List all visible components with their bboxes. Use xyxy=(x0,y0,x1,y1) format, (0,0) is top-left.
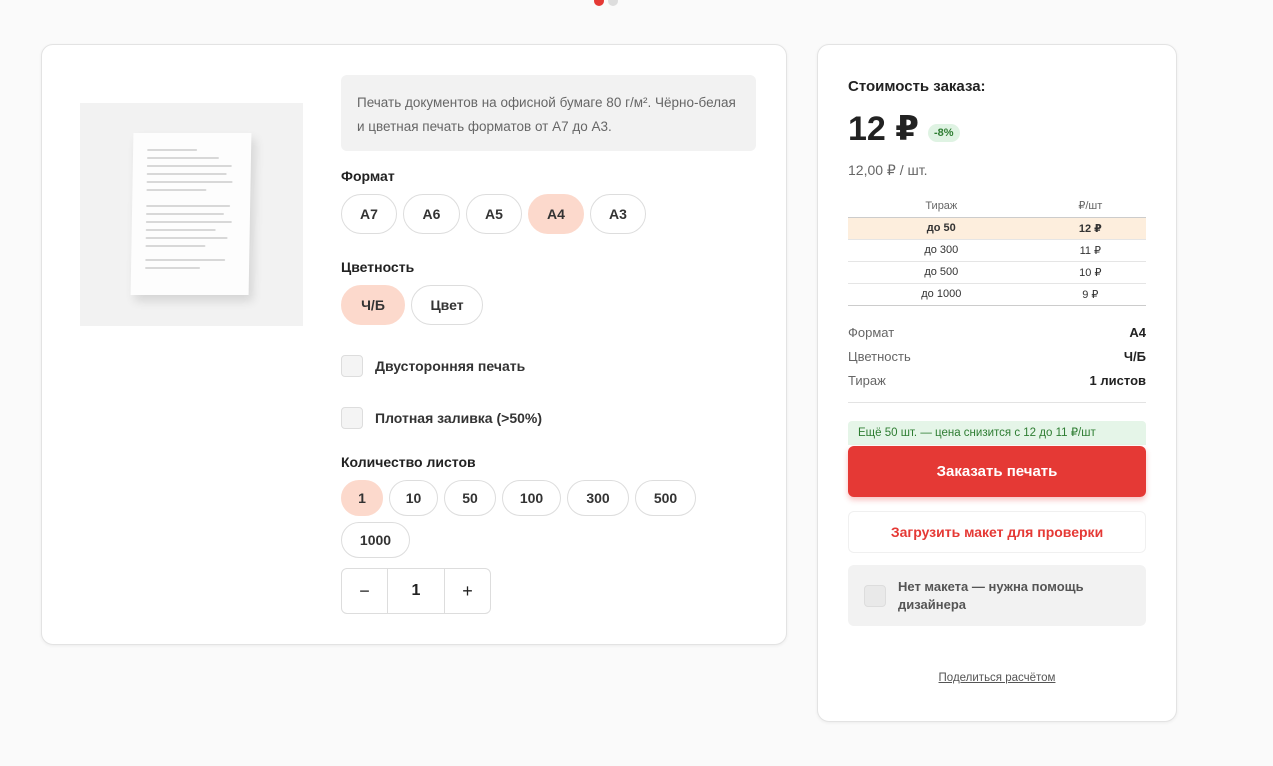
summary-label: Тираж xyxy=(848,372,886,388)
format-option-a3[interactable]: А3 xyxy=(590,194,646,234)
tier-price: 12 ₽ xyxy=(1034,217,1146,240)
tier-row: до 500 10 ₽ xyxy=(848,261,1146,284)
summary-value: Ч/Б xyxy=(1123,348,1146,364)
tier-row: до 1000 9 ₽ xyxy=(848,283,1146,306)
designer-help-label: Нет макета — нужна помощь дизайнера xyxy=(898,578,1084,612)
carousel-dot[interactable] xyxy=(608,0,618,6)
color-label: Цветность xyxy=(341,259,415,275)
product-description: Печать документов на офисной бумаге 80 г… xyxy=(341,75,756,151)
color-option-bw[interactable]: Ч/Б xyxy=(341,285,405,325)
order-cost-title: Стоимость заказа: xyxy=(848,78,986,95)
divider xyxy=(848,402,1146,403)
discount-hint: Ещё 50 шт. — цена снизится с 12 до 11 ₽/… xyxy=(848,421,1146,445)
tier-header-price: ₽/шт xyxy=(1034,195,1146,218)
dense-fill-option[interactable]: Плотная заливка (>50%) xyxy=(341,407,542,429)
quantity-preset-50[interactable]: 50 xyxy=(444,480,496,516)
quantity-stepper: − 1 + xyxy=(341,568,491,614)
tier-range: до 300 xyxy=(848,239,1035,262)
summary-row-color: Цветность Ч/Б xyxy=(848,344,1146,368)
dense-fill-label: Плотная заливка (>50%) xyxy=(375,410,543,426)
discount-badge: -8% xyxy=(928,124,960,142)
quantity-input[interactable]: 1 xyxy=(387,569,445,613)
paper-document-image xyxy=(80,103,303,326)
format-option-a5[interactable]: А5 xyxy=(466,194,522,234)
quantity-preset-1000[interactable]: 1000 xyxy=(341,522,410,558)
color-options: Ч/Б Цвет xyxy=(341,285,483,325)
order-print-button[interactable]: Заказать печать xyxy=(848,446,1146,497)
paper-sheet xyxy=(130,133,252,295)
upload-layout-button[interactable]: Загрузить макет для проверки xyxy=(848,511,1146,553)
order-total-price: 12 ₽ xyxy=(848,110,919,148)
summary-value: А4 xyxy=(1129,324,1146,340)
quantity-label: Количество листов xyxy=(341,454,476,470)
share-calculation-link[interactable]: Поделиться расчётом xyxy=(818,672,1176,684)
format-options: А7 А6 А5 А4 А3 xyxy=(341,194,646,234)
carousel-dot-active[interactable] xyxy=(594,0,604,6)
tier-header-row: Тираж ₽/шт xyxy=(848,195,1146,218)
quantity-preset-1[interactable]: 1 xyxy=(341,480,383,516)
summary-row-format: Формат А4 xyxy=(848,320,1146,344)
order-summary-card: Стоимость заказа: 12 ₽ -8% 12,00 ₽ / шт.… xyxy=(817,44,1177,722)
duplex-option[interactable]: Двусторонняя печать xyxy=(341,355,525,377)
product-config-card: Печать документов на офисной бумаге 80 г… xyxy=(41,44,787,645)
minus-button[interactable]: − xyxy=(342,569,387,613)
tier-price: 10 ₽ xyxy=(1034,261,1146,284)
quantity-preset-300[interactable]: 300 xyxy=(567,480,629,516)
tier-header-range: Тираж xyxy=(848,195,1035,218)
tier-price: 9 ₽ xyxy=(1034,283,1146,306)
quantity-preset-500[interactable]: 500 xyxy=(635,480,696,516)
quantity-presets-row2: 1000 xyxy=(341,522,410,558)
summary-row-quantity: Тираж 1 листов xyxy=(848,368,1146,392)
quantity-preset-10[interactable]: 10 xyxy=(389,480,438,516)
duplex-checkbox[interactable] xyxy=(341,355,363,377)
designer-help-option[interactable]: Нет макета — нужна помощь дизайнера xyxy=(848,565,1146,626)
unit-price: 12,00 ₽ / шт. xyxy=(848,162,928,178)
order-summary: Формат А4 Цветность Ч/Б Тираж 1 листов xyxy=(848,320,1146,392)
format-option-a4[interactable]: А4 xyxy=(528,194,584,234)
duplex-label: Двусторонняя печать xyxy=(375,358,526,374)
format-option-a6[interactable]: А6 xyxy=(403,194,460,234)
summary-label: Цветность xyxy=(848,348,911,364)
dense-fill-checkbox[interactable] xyxy=(341,407,363,429)
plus-button[interactable]: + xyxy=(445,569,490,613)
summary-value: 1 листов xyxy=(1089,372,1146,388)
format-label: Формат xyxy=(341,168,395,184)
tier-range: до 1000 xyxy=(848,283,1035,306)
tier-range: до 50 xyxy=(848,217,1035,240)
price-tier-table: Тираж ₽/шт до 50 12 ₽ до 300 11 ₽ до 500… xyxy=(848,195,1146,306)
tier-row: до 50 12 ₽ xyxy=(848,217,1146,240)
tier-price: 11 ₽ xyxy=(1034,239,1146,262)
tier-range: до 500 xyxy=(848,261,1035,284)
quantity-preset-100[interactable]: 100 xyxy=(502,480,561,516)
designer-help-checkbox[interactable] xyxy=(864,584,886,607)
summary-label: Формат xyxy=(848,324,895,340)
quantity-presets: 1 10 50 100 300 500 xyxy=(341,480,696,516)
carousel-dots xyxy=(594,0,618,6)
tier-row: до 300 11 ₽ xyxy=(848,239,1146,262)
format-option-a7[interactable]: А7 xyxy=(341,194,397,234)
color-option-color[interactable]: Цвет xyxy=(411,285,483,325)
